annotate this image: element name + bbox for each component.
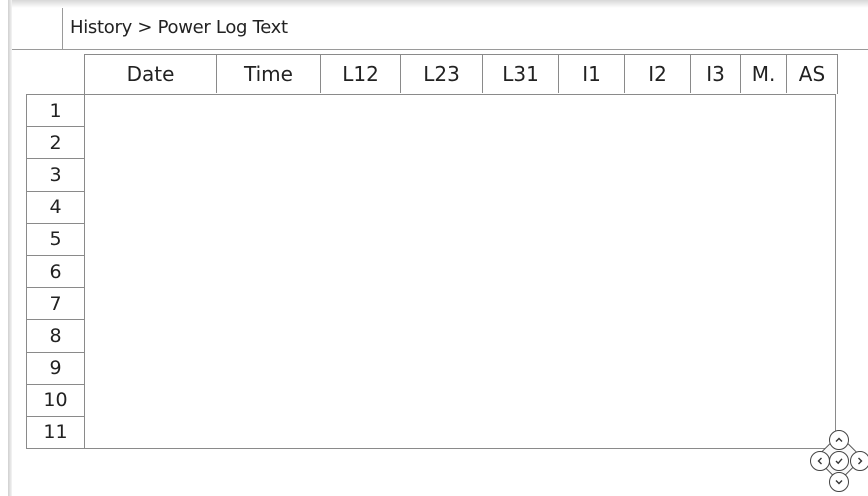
row-header-5[interactable]: 5 bbox=[27, 224, 84, 256]
frame-top-edge bbox=[10, 0, 868, 8]
row-header-6[interactable]: 6 bbox=[27, 256, 84, 289]
chevron-right-icon[interactable] bbox=[850, 451, 868, 471]
column-header-i1[interactable]: I1 bbox=[559, 55, 625, 93]
column-header-date[interactable]: Date bbox=[85, 55, 217, 93]
power-log-screen: History > Power Log Text Date Time L12 L… bbox=[0, 0, 868, 496]
column-header-l12[interactable]: L12 bbox=[321, 55, 401, 93]
row-header-column: 1 2 3 4 5 6 7 8 9 10 11 bbox=[26, 94, 84, 450]
row-header-9[interactable]: 9 bbox=[27, 353, 84, 385]
column-header-as[interactable]: AS bbox=[787, 55, 837, 93]
chevron-down-icon[interactable] bbox=[829, 472, 849, 492]
table-header-row: Date Time L12 L23 L31 I1 I2 I3 M. AS bbox=[84, 54, 838, 94]
row-header-8[interactable]: 8 bbox=[27, 320, 84, 353]
check-icon[interactable] bbox=[829, 451, 849, 471]
column-header-l23[interactable]: L23 bbox=[401, 55, 483, 93]
row-header-7[interactable]: 7 bbox=[27, 288, 84, 321]
row-header-1[interactable]: 1 bbox=[27, 95, 84, 128]
column-header-m[interactable]: M. bbox=[741, 55, 787, 93]
chevron-left-icon[interactable] bbox=[810, 451, 830, 471]
row-header-4[interactable]: 4 bbox=[27, 192, 84, 224]
table-data-area[interactable] bbox=[84, 94, 836, 449]
navigation-pad bbox=[810, 428, 868, 494]
column-header-l31[interactable]: L31 bbox=[483, 55, 559, 93]
chevron-up-icon[interactable] bbox=[829, 430, 849, 450]
column-header-i2[interactable]: I2 bbox=[625, 55, 691, 93]
row-header-11[interactable]: 11 bbox=[27, 417, 84, 450]
header-bar: History > Power Log Text bbox=[12, 8, 868, 50]
row-header-2[interactable]: 2 bbox=[27, 127, 84, 160]
column-header-time[interactable]: Time bbox=[217, 55, 321, 93]
column-header-i3[interactable]: I3 bbox=[691, 55, 741, 93]
frame-left-edge bbox=[8, 0, 12, 496]
header-divider bbox=[62, 8, 63, 50]
breadcrumb: History > Power Log Text bbox=[70, 17, 288, 38]
row-header-10[interactable]: 10 bbox=[27, 385, 84, 417]
row-header-3[interactable]: 3 bbox=[27, 159, 84, 192]
